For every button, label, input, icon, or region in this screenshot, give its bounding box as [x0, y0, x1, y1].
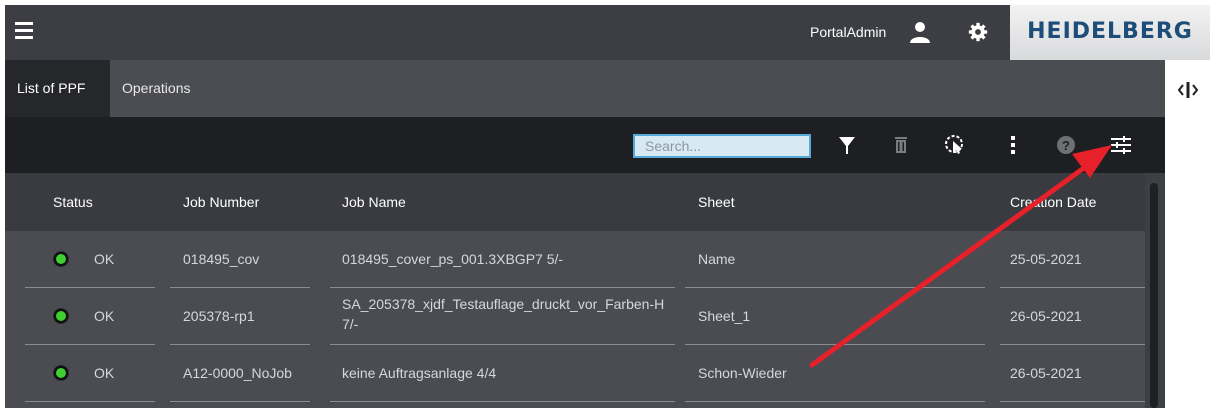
toolbar: ? [5, 117, 1165, 173]
table-body: OK 018495_cov 018495_cover_ps_001.3XBGP7… [5, 231, 1145, 408]
table-header: Status Job Number Job Name Sheet Creatio… [5, 173, 1145, 231]
row-divider [170, 401, 310, 402]
tab-bar: List of PPF Operations [5, 60, 1165, 117]
row-divider [25, 287, 155, 288]
filter-icon[interactable] [834, 132, 860, 158]
tab-list-of-ppf[interactable]: List of PPF [5, 60, 110, 117]
column-header-job-name[interactable]: Job Name [342, 173, 406, 231]
side-panel [1165, 60, 1210, 408]
row-divider [685, 287, 985, 288]
column-settings-icon[interactable] [1108, 132, 1134, 158]
status-cell: OK [94, 251, 115, 267]
trash-icon[interactable] [888, 132, 914, 158]
row-divider [1000, 344, 1145, 345]
tab-operations[interactable]: Operations [110, 60, 202, 117]
status-ok-icon [54, 309, 68, 323]
job-name-cell: 018495_cover_ps_001.3XBGP7 5/- [342, 251, 564, 267]
job-name-cell: SA_205378_xjdf_Testauflage_druckt_vor_Fa… [342, 296, 665, 332]
row-divider [25, 344, 155, 345]
creation-date-cell: 26-05-2021 [1010, 308, 1082, 324]
sheet-cell: Schon-Wieder [698, 365, 787, 381]
row-divider [170, 344, 310, 345]
user-name: PortalAdmin [810, 24, 887, 40]
table-row[interactable]: OK A12-0000_NoJob keine Auftragsanlage 4… [5, 345, 1145, 401]
row-divider [25, 401, 155, 402]
help-icon[interactable]: ? [1053, 132, 1079, 158]
row-divider [330, 287, 675, 288]
user-icon[interactable] [908, 20, 932, 44]
more-vertical-icon[interactable] [1000, 132, 1026, 158]
gear-icon[interactable] [968, 22, 988, 42]
svg-text:?: ? [1062, 138, 1070, 153]
sheet-cell: Name [698, 251, 736, 267]
status-ok-icon [54, 252, 68, 266]
creation-date-cell: 26-05-2021 [1010, 365, 1082, 381]
column-header-status[interactable]: Status [53, 173, 93, 231]
column-header-job-number[interactable]: Job Number [183, 173, 259, 231]
brand-logo-text: HEIDELBERG [1027, 19, 1193, 44]
search-input[interactable] [633, 134, 811, 158]
panel-toggle-icon[interactable] [1175, 80, 1201, 100]
row-divider [330, 344, 675, 345]
sheet-cell: Sheet_1 [698, 308, 751, 324]
brand-logo: HEIDELBERG [1010, 5, 1210, 60]
job-number-cell: 018495_cov [183, 251, 260, 267]
row-divider [1000, 401, 1145, 402]
status-cell: OK [94, 365, 115, 381]
column-header-sheet[interactable]: Sheet [698, 173, 735, 231]
job-number-cell: 205378-rp1 [183, 308, 255, 324]
status-cell: OK [94, 308, 115, 324]
row-divider [685, 344, 985, 345]
top-bar: PortalAdmin HEIDELBERG [5, 5, 1210, 60]
table-scrollbar[interactable] [1145, 173, 1165, 408]
select-icon[interactable] [942, 132, 968, 158]
row-divider [330, 401, 675, 402]
menu-icon[interactable] [15, 22, 33, 42]
job-name-cell: keine Auftragsanlage 4/4 [342, 365, 497, 381]
row-divider [1000, 287, 1145, 288]
column-header-creation-date[interactable]: Creation Date [1010, 173, 1096, 231]
table-row[interactable]: OK 018495_cov 018495_cover_ps_001.3XBGP7… [5, 231, 1145, 287]
app-window: PortalAdmin HEIDELBERG List of PPF Opera… [5, 5, 1210, 408]
creation-date-cell: 25-05-2021 [1010, 251, 1082, 267]
status-ok-icon [54, 366, 68, 380]
row-divider [685, 401, 985, 402]
job-number-cell: A12-0000_NoJob [183, 365, 292, 381]
scrollbar-thumb[interactable] [1150, 183, 1158, 408]
table-row[interactable]: OK 205378-rp1 SA_205378_xjdf_Testauflage… [5, 288, 1145, 344]
row-divider [170, 287, 310, 288]
